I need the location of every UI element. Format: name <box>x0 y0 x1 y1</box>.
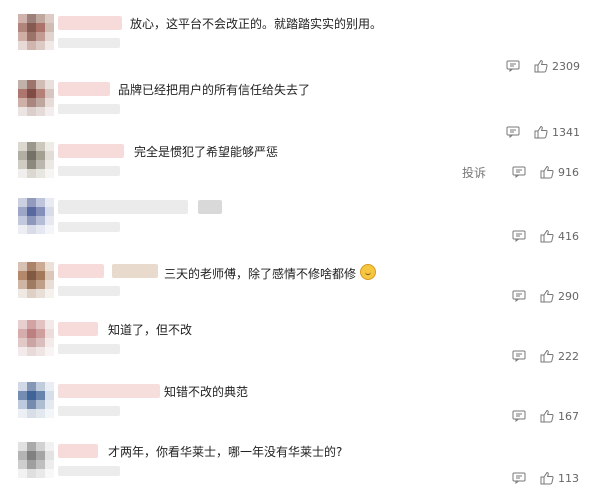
comment-actions: 2309 <box>506 58 580 74</box>
thumbs-up-icon <box>540 165 554 179</box>
comment-bubble-icon[interactable] <box>512 290 526 302</box>
comment-item: 放心，这平台不会改正的。就踏踏实实的别用。 2309 <box>0 14 600 74</box>
comment-actions: 投诉 916 <box>462 164 580 180</box>
comment-actions: 1341 <box>506 124 580 140</box>
comment-item: 完全是惯犯了希望能够严惩 投诉 916 <box>0 142 600 202</box>
comment-item: 才两年，你看华莱士，哪一年没有华莱士的? 113 <box>0 442 600 502</box>
comment-text: 才两年，你看华莱士，哪一年没有华莱士的? <box>108 445 343 459</box>
like-button[interactable]: 167 <box>540 409 580 423</box>
avatar[interactable] <box>18 142 54 178</box>
comment-bubble-icon[interactable] <box>512 472 526 484</box>
comment-text-content: 三天的老师傅，除了感情不修啥都修 <box>164 267 357 281</box>
comment-text: 品牌已经把用户的所有信任给失去了 <box>118 83 311 97</box>
username-blurred[interactable] <box>58 264 104 278</box>
comment-item: 知错不改的典范 167 <box>0 382 600 442</box>
comment-meta-blurred <box>58 104 120 114</box>
like-count: 2309 <box>552 59 580 73</box>
username-blurred[interactable] <box>58 200 188 214</box>
comment-meta-blurred <box>58 344 120 354</box>
avatar[interactable] <box>18 382 54 418</box>
comment-item: 品牌已经把用户的所有信任给失去了 1341 <box>0 80 600 140</box>
like-count: 416 <box>558 229 579 243</box>
username-blurred[interactable] <box>58 144 124 158</box>
username-blurred[interactable] <box>58 444 98 458</box>
thumbs-up-icon <box>540 289 554 303</box>
comment-meta-blurred <box>58 166 120 176</box>
like-count: 290 <box>558 289 579 303</box>
comment-meta-blurred <box>58 38 120 48</box>
avatar[interactable] <box>18 14 54 50</box>
avatar[interactable] <box>18 80 54 116</box>
username-blurred[interactable] <box>58 322 98 336</box>
comment-bubble-icon[interactable] <box>512 230 526 242</box>
comment-actions: 222 <box>512 348 580 364</box>
comment-text: 完全是惯犯了希望能够严惩 <box>134 145 279 159</box>
report-link[interactable]: 投诉 <box>462 164 486 181</box>
comment-actions: 416 <box>512 228 580 244</box>
like-count: 113 <box>558 471 579 485</box>
badge-blurred <box>112 264 158 278</box>
comment-item: 三天的老师傅，除了感情不修啥都修 290 <box>0 262 600 322</box>
comment-text: 知错不改的典范 <box>164 385 249 399</box>
comment-text: 放心，这平台不会改正的。就踏踏实实的别用。 <box>130 17 383 31</box>
grin-emoji-icon <box>360 264 377 280</box>
like-count: 167 <box>558 409 579 423</box>
like-button[interactable]: 113 <box>540 471 580 485</box>
like-button[interactable]: 916 <box>540 165 580 179</box>
thumbs-up-icon <box>540 471 554 485</box>
thumbs-up-icon <box>540 349 554 363</box>
like-count: 916 <box>558 165 579 179</box>
thumbs-up-icon <box>540 229 554 243</box>
comment-bubble-icon[interactable] <box>512 166 526 178</box>
comment-text: 知道了，但不改 <box>108 323 193 337</box>
comment-text: 三天的老师傅，除了感情不修啥都修 <box>164 264 377 282</box>
username-blurred[interactable] <box>58 384 160 398</box>
comment-actions: 167 <box>512 408 580 424</box>
like-count: 222 <box>558 349 579 363</box>
comment-bubble-icon[interactable] <box>512 350 526 362</box>
comment-meta-blurred <box>58 466 120 476</box>
comment-bubble-icon[interactable] <box>506 60 520 72</box>
comment-meta-blurred <box>58 406 120 416</box>
like-count: 1341 <box>552 125 580 139</box>
comment-text-blurred <box>198 200 222 214</box>
like-button[interactable]: 416 <box>540 229 580 243</box>
comment-item: 416 <box>0 198 600 258</box>
comment-meta-blurred <box>58 222 120 232</box>
username-blurred[interactable] <box>58 82 110 96</box>
avatar[interactable] <box>18 198 54 234</box>
thumbs-up-icon <box>540 409 554 423</box>
like-button[interactable]: 290 <box>540 289 580 303</box>
like-button[interactable]: 2309 <box>534 59 580 73</box>
username-blurred[interactable] <box>58 16 122 30</box>
like-button[interactable]: 1341 <box>534 125 580 139</box>
avatar[interactable] <box>18 320 54 356</box>
avatar[interactable] <box>18 262 54 298</box>
like-button[interactable]: 222 <box>540 349 580 363</box>
comment-item: 知道了，但不改 222 <box>0 320 600 380</box>
avatar[interactable] <box>18 442 54 478</box>
comment-actions: 290 <box>512 288 580 304</box>
comment-bubble-icon[interactable] <box>506 126 520 138</box>
comment-actions: 113 <box>512 470 580 486</box>
comment-bubble-icon[interactable] <box>512 410 526 422</box>
thumbs-up-icon <box>534 125 548 139</box>
comment-meta-blurred <box>58 286 120 296</box>
thumbs-up-icon <box>534 59 548 73</box>
